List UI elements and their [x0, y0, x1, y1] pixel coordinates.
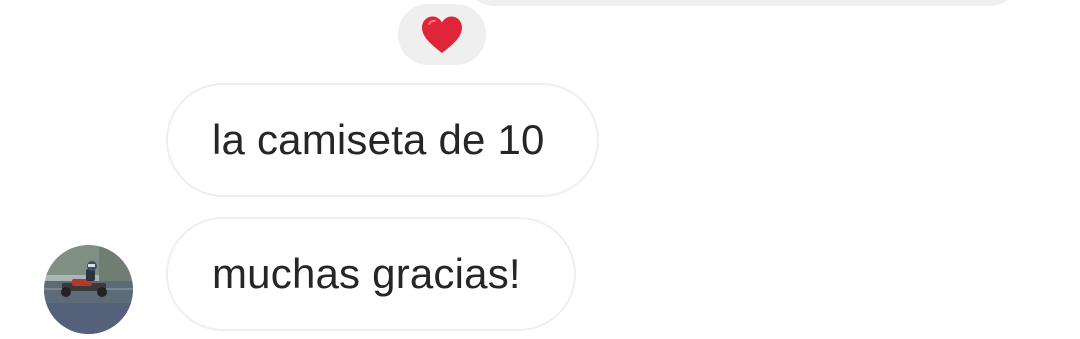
chat-thread: la camiseta de 10 muchas gracias! [0, 0, 1080, 339]
red-heart-icon [422, 16, 462, 53]
avatar[interactable] [44, 245, 133, 334]
message-text: la camiseta de 10 [212, 116, 545, 163]
heart-reaction[interactable] [398, 4, 486, 65]
previous-message-bubble[interactable] [462, 0, 1022, 6]
go-kart-photo-avatar [44, 245, 133, 334]
message-text: muchas gracias! [212, 250, 521, 297]
message-bubble[interactable]: muchas gracias! [166, 217, 576, 331]
message-bubble[interactable]: la camiseta de 10 [166, 83, 599, 197]
